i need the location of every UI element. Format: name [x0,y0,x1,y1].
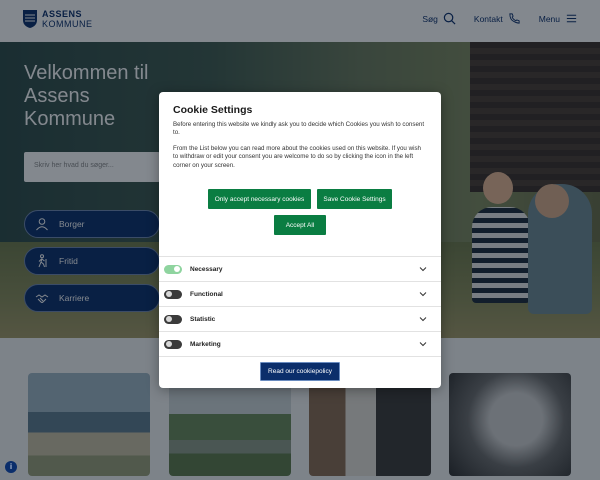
cookie-list-divider [159,356,441,357]
marketing-toggle[interactable] [164,339,182,349]
cookie-category-label: Marketing [190,340,221,348]
cookie-list-text: From the List below you can read more ab… [173,145,421,169]
chevron-down-icon[interactable] [419,340,427,348]
cookie-category-marketing[interactable]: Marketing [159,331,441,356]
chevron-down-icon[interactable] [419,265,427,273]
cookie-category-label: Functional [190,290,223,298]
read-cookie-policy-button[interactable]: Read our cookiepolicy [260,362,340,381]
cookie-category-functional[interactable]: Functional [159,281,441,306]
save-cookie-settings-button[interactable]: Save Cookie Settings [317,189,392,209]
chevron-down-icon[interactable] [419,315,427,323]
cookie-dialog-title: Cookie Settings [173,104,253,116]
cookie-info-icon[interactable]: i [5,461,17,473]
cookie-category-label: Necessary [190,265,223,273]
cookie-category-statistic[interactable]: Statistic [159,306,441,331]
cookie-category-necessary[interactable]: Necessary [159,256,441,281]
cookie-settings-dialog: Cookie Settings Before entering this web… [159,92,441,388]
cookie-intro-text: Before entering this website we kindly a… [173,121,425,137]
necessary-toggle[interactable] [164,264,182,274]
statistic-toggle[interactable] [164,314,182,324]
accept-all-button[interactable]: Accept All [274,215,326,235]
cookie-category-label: Statistic [190,315,216,323]
accept-necessary-button[interactable]: Only accept necessary cookies [208,189,311,209]
functional-toggle[interactable] [164,289,182,299]
chevron-down-icon[interactable] [419,290,427,298]
